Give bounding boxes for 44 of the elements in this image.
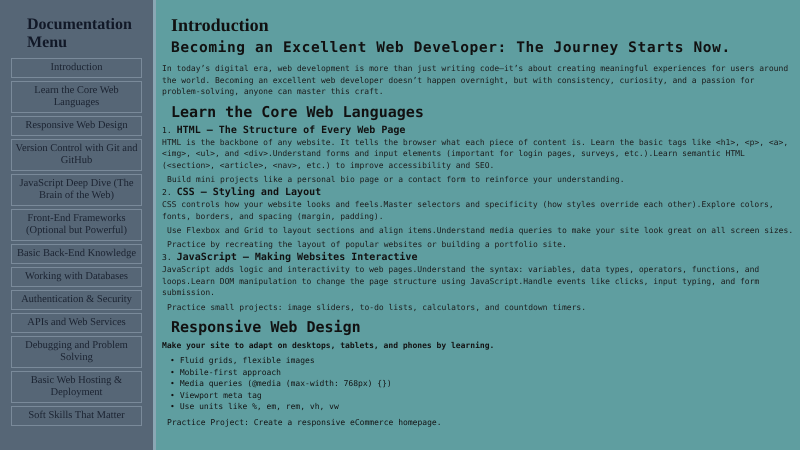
- practice-note: Build mini projects like a personal bio page or a contact form to reinforce your understanding.: [166, 174, 626, 185]
- bullet-text: Media queries (@media (max-width: 768px) {}): [180, 378, 392, 390]
- topic-title: JavaScript – Making Websites Interactive: [176, 252, 418, 264]
- sidebar-link[interactable]: JavaScript Deep Dive (The Brain of the Web): [11, 174, 142, 206]
- topic-title: HTML – The Structure of Every Web Page: [176, 124, 406, 136]
- topic-title: CSS – Styling and Layout: [176, 187, 322, 199]
- practice-note: Practice small projects: image sliders, to-do lists, calculators, and countdown timers.: [166, 302, 588, 312]
- sidebar-link[interactable]: Working with Databases: [11, 267, 142, 287]
- bullet-marker: •: [170, 401, 175, 412]
- topic-text: HTML is the backbone of any website. It tells the browser what each piece of content is. Learn the basic tags like <h1>, <p>, <a>, <img>, <ul>, and <div>.Understand forms and input elements (important for login pages, surveys, etc.).Learn semantic HTML (<section>, <article>, <nav>, etc.) to improve accessibility and SEO.: [162, 136, 790, 171]
- sidebar-link[interactable]: Learn the Core Web Languages: [11, 81, 142, 113]
- bullet-marker: •: [170, 355, 175, 366]
- section-heading: Learn the Core Web Languages: [170, 102, 425, 120]
- sidebar-link[interactable]: Version Control with Git and GitHub: [11, 139, 142, 171]
- sidebar-link[interactable]: Authentication & Security: [11, 290, 142, 310]
- practice-note: Practice Project: Create a responsive eCommerce homepage.: [166, 416, 443, 428]
- bullet-text: Mobile-first approach: [180, 366, 281, 378]
- list-number: 3.: [162, 252, 172, 264]
- bullet-text: Viewport meta tag: [180, 390, 262, 401]
- sidebar-link[interactable]: Introduction: [11, 58, 142, 78]
- sidebar-link[interactable]: APIs and Web Services: [11, 313, 142, 333]
- list-number: 2.: [162, 187, 172, 199]
- sidebar-title: Documentation Menu: [26, 16, 133, 52]
- sidebar-link[interactable]: Soft Skills That Matter: [11, 406, 142, 426]
- topic-text: JavaScript adds logic and interactivity to web pages.Understand the syntax: variables, data types, operators, functions, and loops.Learn DOM manipulation to change the page structure using JavaScript.Handle events like clicks, input typing, and form submission.: [162, 264, 760, 298]
- bullet-marker: •: [170, 378, 175, 390]
- section-heading: Responsive Web Design: [170, 318, 362, 336]
- bullet-marker: •: [170, 390, 175, 401]
- topic-text: CSS controls how your website looks and feels.Master selectors and specificity (how styles override each other).Explore colors, fonts, borders, and spacing (margin, padding).: [162, 199, 775, 222]
- intro-paragraph: In today’s digital era, web development is more than just writing code—it’s about creating meaningful experiences for users around the world. Becoming an excellent web developer doesn’t happen overnight, but with consistency, curiosity, and a passion for problem-solving, anyone can master this craft.: [162, 63, 790, 98]
- practice-note: Use Flexbox and Grid to layout sections and align items.Understand media queries to make your site look great on all screen sizes.: [166, 225, 794, 236]
- list-number: 1.: [162, 124, 172, 136]
- sidebar-link[interactable]: Basic Back-End Knowledge: [11, 244, 142, 264]
- bullet-text: Use units like %, em, rem, vh, vw: [180, 401, 339, 412]
- page-title: Introduction: [170, 14, 270, 36]
- sidebar-link[interactable]: Front-End Frameworks (Optional but Powerful): [11, 209, 142, 241]
- sidebar-link[interactable]: Responsive Web Design: [11, 116, 142, 136]
- practice-note: Practice by recreating the layout of popular websites or building a portfolio site.: [166, 239, 568, 250]
- page-subtitle: Becoming an Excellent Web Developer: The Journey Starts Now.: [170, 39, 732, 57]
- sidebar-link[interactable]: Basic Web Hosting & Deployment: [11, 371, 142, 403]
- bullet-text: Fluid grids, flexible images: [180, 355, 315, 366]
- section-lead: Make your site to adapt on desktops, tablets, and phones by learning.: [162, 340, 496, 351]
- sidebar-link[interactable]: Debugging and Problem Solving: [11, 336, 142, 368]
- bullet-marker: •: [170, 366, 175, 378]
